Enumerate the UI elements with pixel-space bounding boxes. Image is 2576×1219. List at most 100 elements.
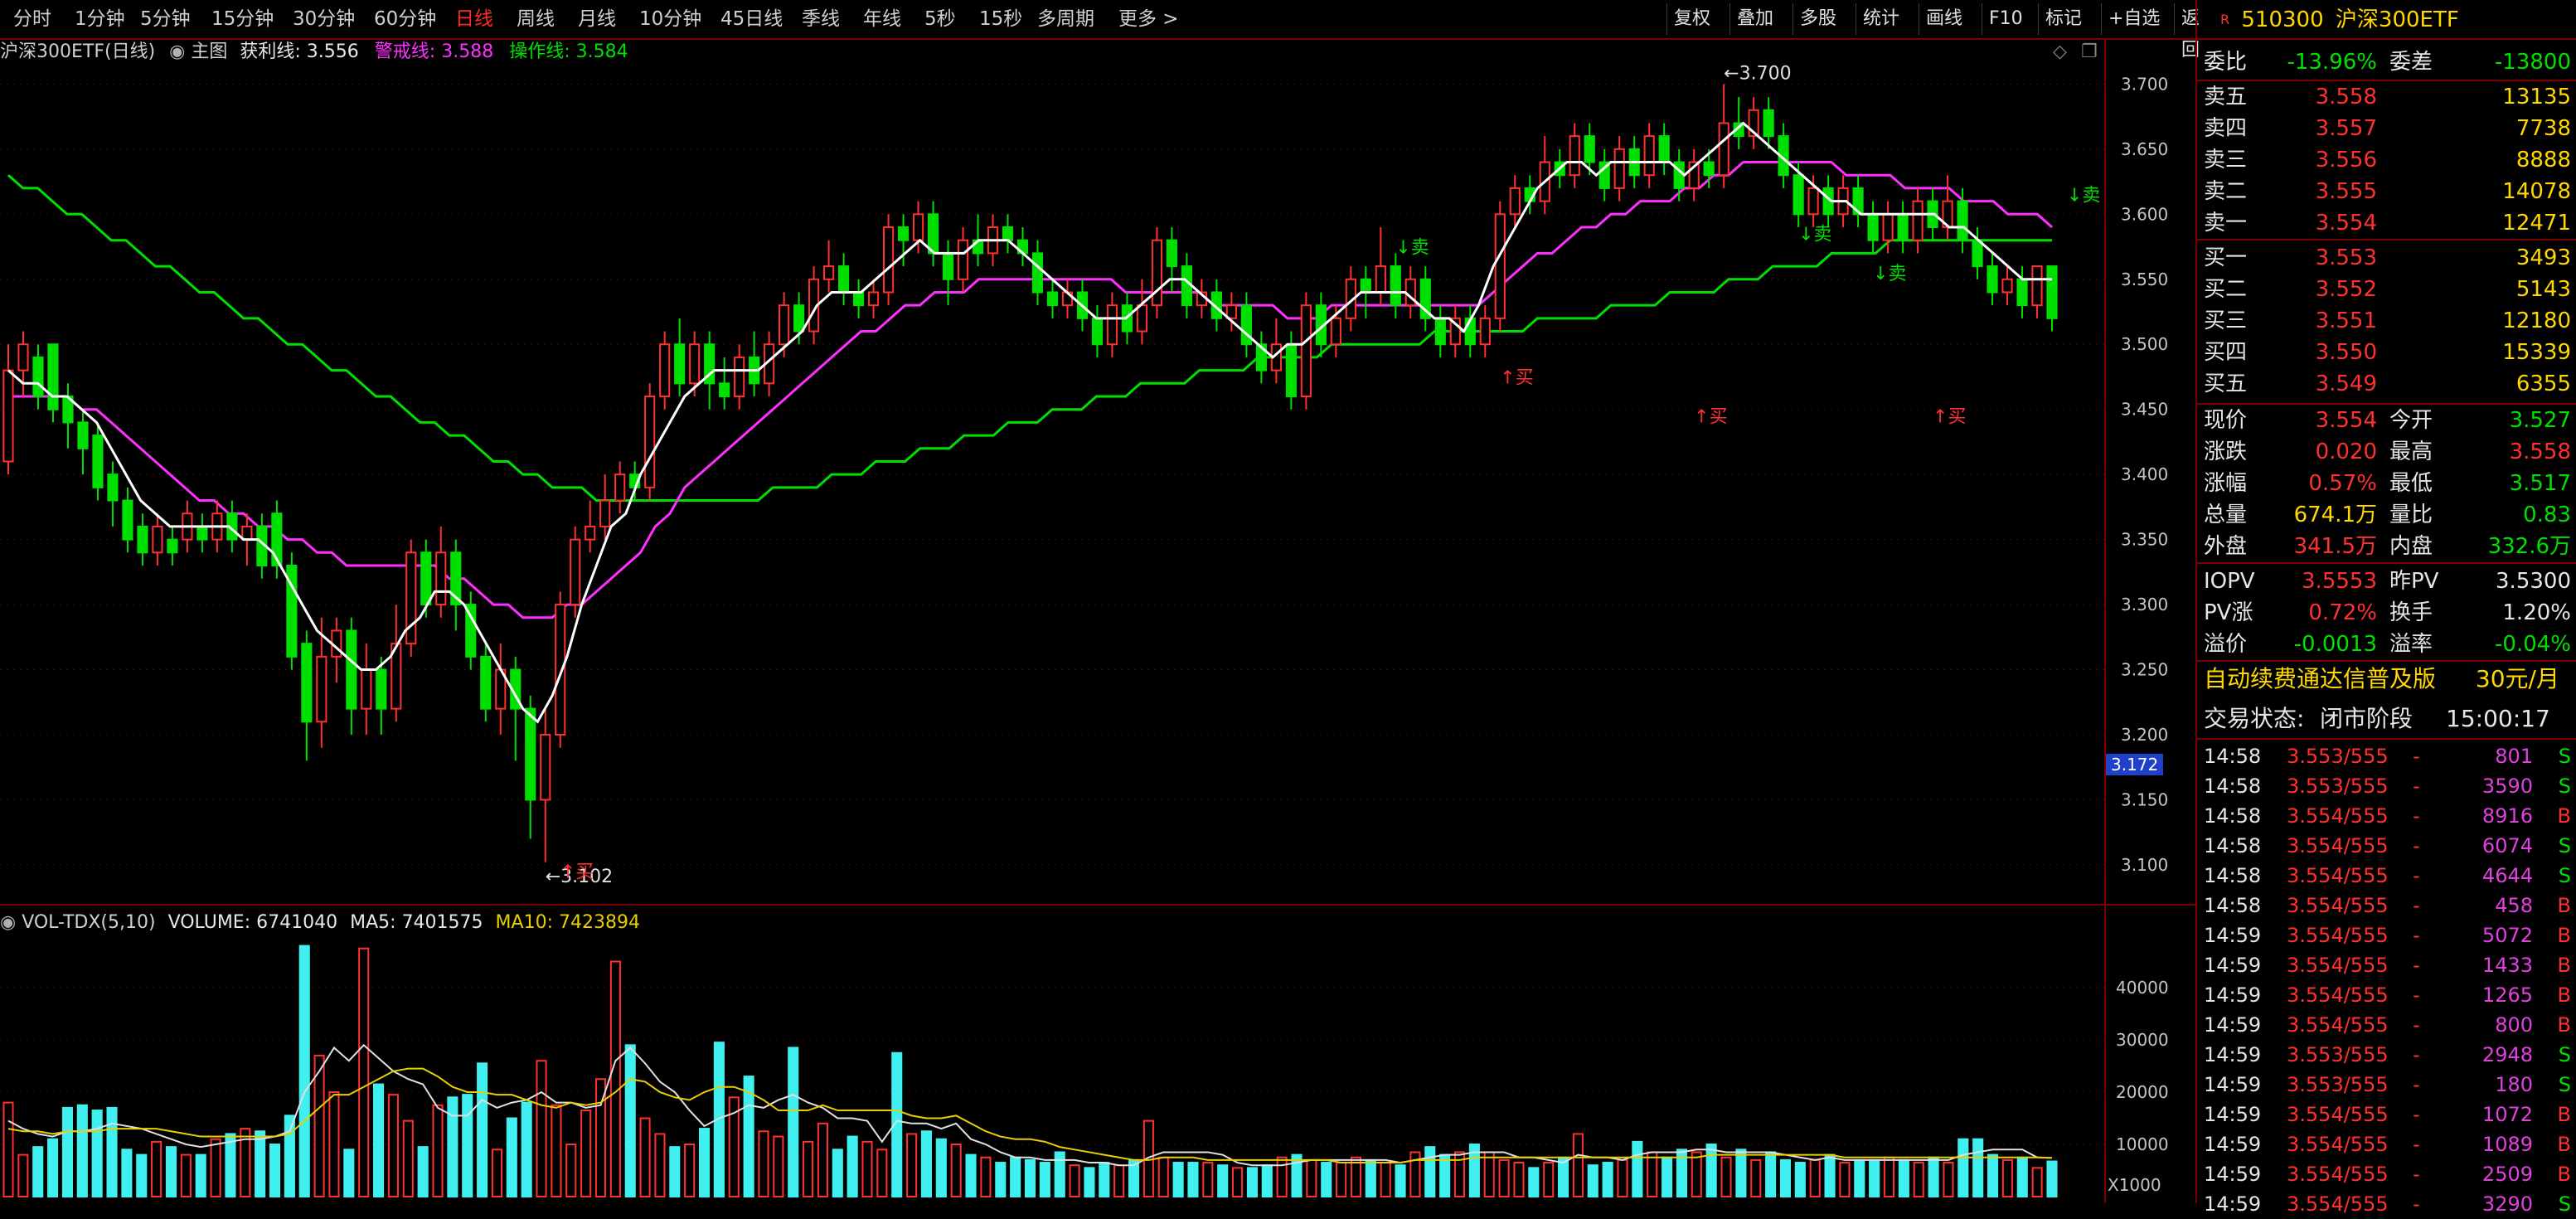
volume-bar[interactable] [1854,1158,1865,1197]
volume-bar[interactable] [284,1115,295,1198]
volume-bar[interactable] [1157,1156,1169,1197]
candle[interactable] [480,655,492,710]
volume-bar[interactable] [1617,1158,1628,1197]
volume-bar[interactable] [669,1146,681,1197]
candle[interactable] [1613,148,1625,189]
volume-bar[interactable] [1869,1158,1880,1197]
candle[interactable] [957,239,969,280]
volume-bar[interactable] [758,1130,769,1197]
candle[interactable] [241,525,253,541]
promo-row[interactable]: 自动续费通达信普及版 30元/月 [2197,663,2576,695]
volume-bar[interactable] [565,1144,577,1197]
volume-bar[interactable] [225,1133,236,1197]
volume-indicator-name[interactable]: VOL-TDX(5,10) [22,912,155,933]
candle[interactable] [316,655,327,723]
volume-bar[interactable] [1424,1146,1436,1197]
volume-bar[interactable] [210,1138,221,1197]
toolbar-button[interactable]: F10 [1982,3,2030,35]
volume-bar[interactable] [1632,1140,1643,1198]
volume-bar[interactable] [1024,1158,1036,1197]
volume-bar[interactable] [1439,1153,1451,1198]
volume-bar[interactable] [1365,1158,1376,1197]
volume-bar[interactable] [136,1153,148,1198]
volume-bar[interactable] [1513,1162,1525,1197]
period-tab[interactable]: 多周期 [1037,0,1094,38]
volume-bar[interactable] [920,1130,933,1197]
period-tab[interactable]: 分时 [13,0,51,38]
volume-bar[interactable] [1898,1158,1909,1197]
volume-bar[interactable] [462,1094,473,1197]
toolbar-button[interactable]: 画线 [1919,3,1969,35]
volume-bar[interactable] [2031,1167,2043,1198]
volume-bar[interactable] [269,1144,281,1197]
volume-bar[interactable] [1246,1167,1258,1198]
candle[interactable] [47,343,59,410]
candle[interactable] [376,668,387,710]
settings-icon[interactable]: ◉ [0,912,16,933]
candle[interactable] [525,707,536,801]
period-tab[interactable]: 15秒 [979,0,1022,38]
candle[interactable] [1091,317,1104,346]
volume-bar[interactable] [1765,1151,1777,1198]
candle[interactable] [1285,343,1297,398]
candle[interactable] [1897,213,1909,241]
volume-bar[interactable] [151,1140,163,1198]
volume-bar[interactable] [1276,1156,1288,1197]
volume-bar[interactable] [387,1094,399,1197]
volume-bar[interactable] [1720,1156,1732,1197]
volume-bar[interactable] [1587,1164,1598,1198]
volume-bar[interactable] [32,1146,44,1197]
volume-bar[interactable] [91,1110,103,1197]
volume-bar[interactable] [788,1047,799,1197]
volume-bar[interactable] [1883,1156,1895,1197]
volume-bar[interactable] [2001,1158,2013,1197]
candle[interactable] [435,551,447,606]
candle[interactable] [734,356,745,397]
volume-bar[interactable] [1572,1133,1584,1197]
toolbar-button[interactable]: 复权 [1666,3,1717,35]
volume-bar[interactable] [803,1140,814,1198]
candle[interactable] [1569,135,1580,177]
candle[interactable] [882,226,895,294]
volume-bar[interactable] [1543,1162,1555,1197]
period-tab[interactable]: 日线 [455,0,493,38]
toolbar-button[interactable]: 标记 [2038,3,2088,35]
candle[interactable] [674,343,686,385]
volume-bar[interactable] [551,1104,562,1197]
candle[interactable] [196,525,208,541]
volume-bar[interactable] [1380,1162,1391,1197]
volume-bar[interactable] [195,1153,206,1198]
volume-bar[interactable] [832,1149,843,1197]
volume-bar[interactable] [506,1117,517,1197]
volume-bar[interactable] [980,1156,992,1197]
volume-bar[interactable] [1957,1138,1969,1197]
period-tab[interactable]: 60分钟 [374,0,436,38]
candle[interactable] [152,525,163,554]
period-tab[interactable]: 10分钟 [639,0,701,38]
volume-bar[interactable] [609,960,621,1197]
candle[interactable] [1106,304,1118,346]
volume-bar[interactable] [47,1138,59,1197]
candle[interactable] [1151,239,1163,307]
volume-bar[interactable] [1172,1162,1184,1197]
candle[interactable] [942,252,954,280]
volume-bar[interactable] [1779,1158,1792,1197]
volume-bar[interactable] [1794,1162,1806,1197]
candle[interactable] [1360,278,1371,294]
volume-bar[interactable] [1321,1162,1332,1197]
volume-bar[interactable] [180,1153,192,1198]
volume-bar[interactable] [432,1104,444,1197]
period-tab[interactable]: 季线 [802,0,840,38]
candle[interactable] [1807,187,1819,216]
volume-bar[interactable] [861,1140,873,1198]
candle[interactable] [1793,174,1804,216]
volume-bar[interactable] [343,1149,355,1197]
candle[interactable] [1434,317,1446,346]
volume-bar[interactable] [817,1122,828,1197]
candle[interactable] [1972,239,1983,268]
volume-bar[interactable] [2016,1156,2028,1197]
volume-bar[interactable] [698,1128,711,1198]
candle[interactable] [1957,200,1968,241]
volume-bar[interactable] [906,1133,918,1197]
candle[interactable] [585,525,596,541]
